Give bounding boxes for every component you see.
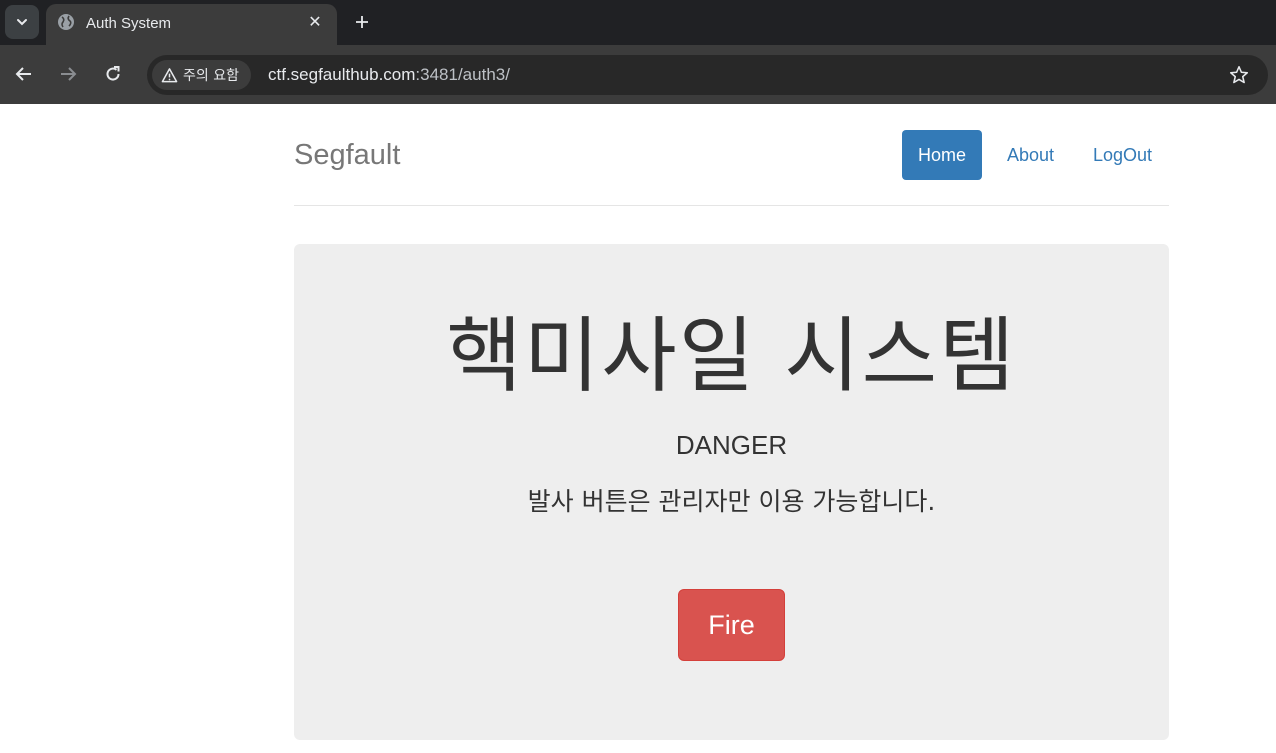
- address-bar[interactable]: 주의 요함 ctf.segfaulthub.com:3481/auth3/: [147, 55, 1268, 95]
- site-header: Segfault Home About LogOut: [294, 104, 1169, 206]
- new-tab-button[interactable]: [349, 9, 375, 35]
- url-host: ctf.segfaulthub.com: [268, 65, 416, 84]
- security-chip[interactable]: 주의 요함: [152, 60, 251, 90]
- arrow-right-icon: [61, 67, 77, 81]
- close-icon[interactable]: ✕: [304, 11, 326, 33]
- arrow-left-icon: [15, 67, 31, 81]
- nav-home[interactable]: Home: [902, 130, 983, 180]
- browser-tab[interactable]: Auth System ✕: [46, 4, 337, 45]
- warning-icon: [161, 67, 178, 82]
- reload-button[interactable]: [100, 61, 126, 87]
- nav-logout[interactable]: LogOut: [1077, 130, 1168, 180]
- star-icon: [1229, 65, 1249, 84]
- page-content: Segfault Home About LogOut 핵미사일 시스템 DANG…: [0, 104, 1276, 753]
- browser-toolbar: 주의 요함 ctf.segfaulthub.com:3481/auth3/: [0, 45, 1276, 104]
- forward-button[interactable]: [55, 61, 81, 87]
- url-text[interactable]: ctf.segfaulthub.com:3481/auth3/: [268, 65, 510, 85]
- security-label: 주의 요함: [183, 68, 239, 84]
- description-text: 발사 버튼은 관리자만 이용 가능합니다.: [527, 487, 936, 516]
- fire-button[interactable]: Fire: [678, 589, 785, 661]
- jumbotron: 핵미사일 시스템 DANGER 발사 버튼은 관리자만 이용 가능합니다. Fi…: [294, 244, 1169, 740]
- tab-title: Auth System: [86, 15, 172, 32]
- brand-title: Segfault: [294, 139, 401, 171]
- tab-search-button[interactable]: [5, 5, 39, 39]
- chevron-down-icon: [17, 19, 27, 26]
- back-button[interactable]: [11, 61, 37, 87]
- bookmark-button[interactable]: [1227, 63, 1251, 87]
- reload-icon: [106, 66, 120, 81]
- browser-tabstrip: Auth System ✕: [0, 0, 1276, 45]
- nav-about[interactable]: About: [991, 130, 1070, 180]
- plus-icon: [356, 16, 368, 28]
- page-title: 핵미사일 시스템: [446, 309, 1017, 404]
- url-path: :3481/auth3/: [415, 65, 510, 84]
- danger-subtitle: DANGER: [675, 430, 788, 460]
- globe-icon: [58, 14, 74, 30]
